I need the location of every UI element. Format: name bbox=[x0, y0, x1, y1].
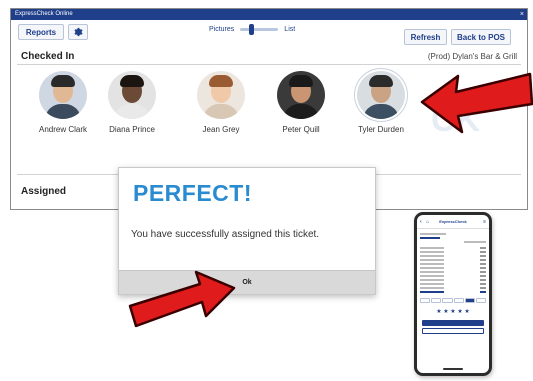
red-arrow-pointer bbox=[128, 270, 236, 328]
avatar-hair bbox=[209, 75, 233, 87]
person-name[interactable]: Andrew Clark bbox=[28, 125, 98, 134]
checked-in-person[interactable]: Diana Prince bbox=[97, 71, 167, 134]
menu-icon: ≡ bbox=[483, 218, 486, 225]
phone-tip-option bbox=[431, 298, 442, 303]
avatar-hair bbox=[369, 75, 393, 87]
phone-tip-option bbox=[453, 298, 464, 303]
title-bar: ExpressCheck Online × bbox=[11, 9, 527, 20]
avatar[interactable] bbox=[108, 71, 156, 119]
avatar[interactable] bbox=[277, 71, 325, 119]
person-name[interactable]: Peter Quill bbox=[266, 125, 336, 134]
phone-title: ExpressCheck bbox=[439, 219, 467, 224]
phone-info bbox=[417, 229, 489, 244]
divider bbox=[17, 64, 521, 65]
dialog-title: PERFECT! bbox=[133, 180, 252, 206]
avatar-body bbox=[45, 104, 81, 119]
phone-tip-option bbox=[420, 298, 431, 303]
avatar-body bbox=[363, 104, 399, 119]
checked-in-person[interactable]: Peter Quill bbox=[266, 71, 336, 134]
checked-in-person[interactable]: Tyler Durden bbox=[346, 71, 416, 134]
avatar-hair bbox=[120, 75, 144, 87]
view-toggle[interactable]: Pictures List bbox=[209, 24, 295, 35]
phone-home-indicator bbox=[443, 368, 463, 370]
view-toggle-track[interactable] bbox=[240, 24, 279, 35]
avatar-body bbox=[114, 104, 150, 119]
person-name[interactable]: Tyler Durden bbox=[346, 125, 416, 134]
phone-secondary-button bbox=[422, 328, 484, 334]
avatar-body bbox=[283, 104, 319, 119]
phone-mockup: ‹ ⌂ ExpressCheck ≡ ★ ★ ★ ★ ★ bbox=[414, 212, 492, 376]
checked-in-heading: Checked In bbox=[21, 51, 75, 62]
checked-in-person[interactable]: Andrew Clark bbox=[28, 71, 98, 134]
back-to-pos-button[interactable]: Back to POS bbox=[451, 29, 511, 45]
home-icon: ⌂ bbox=[426, 218, 430, 225]
refresh-button[interactable]: Refresh bbox=[404, 29, 447, 45]
avatar[interactable] bbox=[197, 71, 245, 119]
person-name[interactable]: Jean Grey bbox=[186, 125, 256, 134]
toolbar: Reports Pictures List Refresh Back to PO… bbox=[11, 20, 527, 45]
phone-pay-button bbox=[422, 320, 484, 326]
view-toggle-pictures-label[interactable]: Pictures bbox=[209, 26, 234, 33]
avatar[interactable] bbox=[39, 71, 87, 119]
window-title: ExpressCheck Online bbox=[15, 11, 73, 17]
avatar-body bbox=[203, 104, 239, 119]
back-arrow-icon: ‹ bbox=[420, 218, 422, 225]
avatar[interactable] bbox=[357, 71, 405, 119]
assigned-heading: Assigned bbox=[21, 186, 67, 197]
person-name[interactable]: Diana Prince bbox=[97, 125, 167, 134]
view-toggle-list-label[interactable]: List bbox=[284, 26, 295, 33]
phone-tip-option bbox=[475, 298, 487, 303]
view-toggle-knob[interactable] bbox=[249, 24, 255, 35]
phone-tip-option bbox=[442, 298, 453, 303]
avatar-hair bbox=[51, 75, 75, 87]
phone-receipt-lines bbox=[417, 244, 489, 296]
phone-tip-options bbox=[417, 296, 489, 305]
phone-rating-stars: ★ ★ ★ ★ ★ bbox=[436, 309, 470, 315]
close-icon[interactable]: × bbox=[520, 9, 524, 20]
gear-icon bbox=[74, 27, 83, 37]
phone-header: ‹ ⌂ ExpressCheck ≡ bbox=[417, 215, 489, 229]
avatar-hair bbox=[289, 75, 313, 87]
red-arrow-pointer bbox=[420, 72, 533, 134]
settings-button[interactable] bbox=[68, 24, 88, 40]
phone-receipt-line bbox=[420, 290, 486, 294]
location-label: (Prod) Dylan's Bar & Grill bbox=[427, 52, 517, 61]
phone-tip-option bbox=[464, 298, 475, 303]
dialog-message: You have successfully assigned this tick… bbox=[131, 229, 320, 240]
reports-button[interactable]: Reports bbox=[18, 24, 64, 40]
checked-in-person[interactable]: Jean Grey bbox=[186, 71, 256, 134]
